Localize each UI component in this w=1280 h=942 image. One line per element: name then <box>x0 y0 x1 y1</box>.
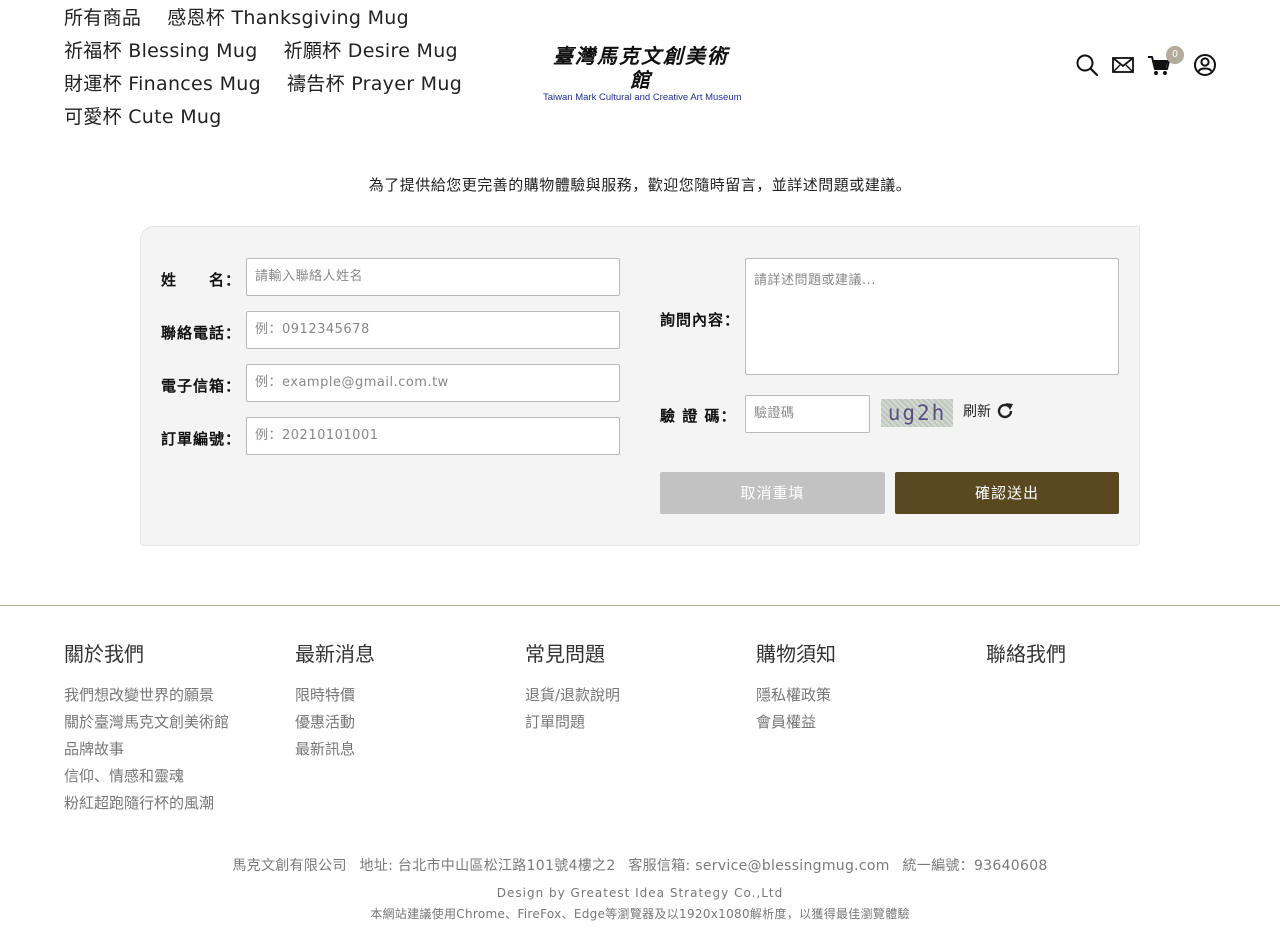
footer-link[interactable]: 最新訊息 <box>295 736 515 763</box>
captcha-image: ug2h <box>881 399 953 427</box>
footer-col-news: 最新消息 限時特價 優惠活動 最新訊息 <box>295 640 515 763</box>
footer-col-faq: 常見問題 退貨/退款說明 訂單問題 <box>525 640 745 736</box>
email-label: 電子信箱： <box>161 377 242 395</box>
nav-thanksgiving-mug[interactable]: 感恩杯 Thanksgiving Mug <box>167 7 409 29</box>
tax-id: 統一編號：93640608 <box>902 858 1048 874</box>
footer-link[interactable]: 我們想改變世界的願景 <box>64 682 284 709</box>
footer-link[interactable]: 限時特價 <box>295 682 515 709</box>
inquiry-label: 詢問內容： <box>660 311 741 329</box>
nav-row: 財運杯 Finances Mug 禱告杯 Prayer Mug <box>64 70 464 103</box>
service-email[interactable]: 客服信箱: service@blessingmug.com <box>628 858 889 874</box>
footer-link[interactable]: 訂單問題 <box>525 709 745 736</box>
user-icon[interactable] <box>1192 52 1218 78</box>
captcha-refresh-button[interactable]: 刷新 <box>963 401 1015 421</box>
name-label: 姓 名： <box>161 271 242 289</box>
nav-finances-mug[interactable]: 財運杯 Finances Mug <box>64 73 261 95</box>
footer-link[interactable]: 隱私權政策 <box>756 682 976 709</box>
footer-divider <box>0 605 1280 606</box>
refresh-icon <box>997 403 1013 419</box>
footer-col-about: 關於我們 我們想改變世界的願景 關於臺灣馬克文創美術館 品牌故事 信仰、情感和靈… <box>64 640 284 817</box>
nav-row: 祈福杯 Blessing Mug 祈願杯 Desire Mug <box>64 37 464 70</box>
footer-col-title[interactable]: 聯絡我們 <box>986 640 1206 668</box>
footer-col-contact: 聯絡我們 <box>986 640 1206 682</box>
phone-input[interactable]: 例：0912345678 <box>246 311 620 349</box>
contact-intro-text: 為了提供給您更完善的購物體驗與服務，歡迎您隨時留言，並詳述問題或建議。 <box>368 176 912 194</box>
footer-link[interactable]: 粉紅超跑隨行杯的風潮 <box>64 790 284 817</box>
search-icon[interactable] <box>1074 52 1100 78</box>
header-icons: 0 <box>1074 46 1218 78</box>
browser-recommendation: 本網站建議使用Chrome、FireFox、Edge等瀏覽器及以1920x108… <box>370 907 910 921</box>
nav-row: 所有商品 感恩杯 Thanksgiving Mug <box>64 4 464 37</box>
captcha-label: 驗 證 碼： <box>660 407 737 425</box>
contact-form: 姓 名： 請輸入聯絡人姓名 聯絡電話： 例：0912345678 電子信箱： 例… <box>140 226 1140 546</box>
nav-all-products[interactable]: 所有商品 <box>64 7 141 29</box>
cart-icon[interactable]: 0 <box>1146 46 1184 78</box>
order-number-input[interactable]: 例：20210101001 <box>246 417 620 455</box>
design-credit: Design by Greatest Idea Strategy Co.,Ltd <box>496 886 784 900</box>
phone-label: 聯絡電話： <box>161 324 242 342</box>
company-info: 馬克文創有限公司 地址: 台北市中山區松江路101號4樓之2 客服信箱: ser… <box>0 855 1280 875</box>
inquiry-textarea[interactable]: 請詳述問題或建議... <box>745 258 1119 375</box>
footer-col-title: 關於我們 <box>64 642 144 666</box>
footer-col-title: 購物須知 <box>756 642 836 666</box>
logo-english-text: Taiwan Mark Cultural and Creative Art Mu… <box>543 92 742 103</box>
nav-row: 可愛杯 Cute Mug <box>64 103 464 136</box>
footer-link[interactable]: 關於臺灣馬克文創美術館 <box>64 709 284 736</box>
site-logo[interactable]: 臺灣馬克文創美術館 Taiwan Mark Cultural and Creat… <box>543 44 742 103</box>
footer-link[interactable]: 優惠活動 <box>295 709 515 736</box>
footer-col-title: 最新消息 <box>295 642 375 666</box>
footer-col-title: 常見問題 <box>525 642 605 666</box>
nav-blessing-mug[interactable]: 祈福杯 Blessing Mug <box>64 40 258 62</box>
main-nav: 所有商品 感恩杯 Thanksgiving Mug 祈福杯 Blessing Mu… <box>64 4 464 136</box>
nav-cute-mug[interactable]: 可愛杯 Cute Mug <box>64 106 222 128</box>
footer-link[interactable]: 品牌故事 <box>64 736 284 763</box>
reset-button[interactable]: 取消重填 <box>660 472 885 514</box>
company-address: 地址: 台北市中山區松江路101號4樓之2 <box>359 858 616 874</box>
refresh-label: 刷新 <box>963 404 991 420</box>
name-input[interactable]: 請輸入聯絡人姓名 <box>246 258 620 296</box>
footer-col-shopping-guide: 購物須知 隱私權政策 會員權益 <box>756 640 976 736</box>
order-number-label: 訂單編號： <box>161 430 242 448</box>
footer-link[interactable]: 信仰、情感和靈魂 <box>64 763 284 790</box>
nav-prayer-mug[interactable]: 禱告杯 Prayer Mug <box>287 73 462 95</box>
company-name: 馬克文創有限公司 <box>232 858 347 874</box>
footer-link[interactable]: 會員權益 <box>756 709 976 736</box>
captcha-input[interactable]: 驗證碼 <box>745 395 870 433</box>
footer-link[interactable]: 退貨/退款說明 <box>525 682 745 709</box>
nav-desire-mug[interactable]: 祈願杯 Desire Mug <box>284 40 458 62</box>
logo-chinese-text: 臺灣馬克文創美術館 <box>553 44 729 92</box>
submit-button[interactable]: 確認送出 <box>895 472 1119 514</box>
cart-count-badge: 0 <box>1166 46 1184 64</box>
mail-icon[interactable] <box>1110 52 1136 78</box>
email-input[interactable]: 例：example@gmail.com.tw <box>246 364 620 402</box>
